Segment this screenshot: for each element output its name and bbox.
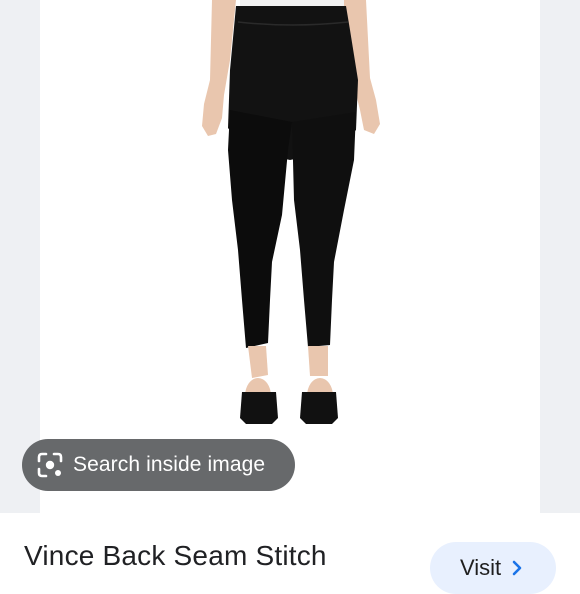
search-inside-image-label: Search inside image [73,453,266,476]
visit-button[interactable]: Visit [430,542,556,594]
search-inside-image-button[interactable]: Search inside image [22,439,295,491]
product-title[interactable]: Vince Back Seam Stitch [24,540,327,572]
visit-label: Visit [460,555,502,580]
product-info: Vince Back Seam Stitch Visit [0,513,580,594]
leggings-illustration [202,0,380,424]
chevron-right-icon [511,560,523,576]
product-image[interactable] [40,0,540,513]
lens-camera-icon [35,450,65,480]
image-viewer: Search inside image [0,0,580,513]
